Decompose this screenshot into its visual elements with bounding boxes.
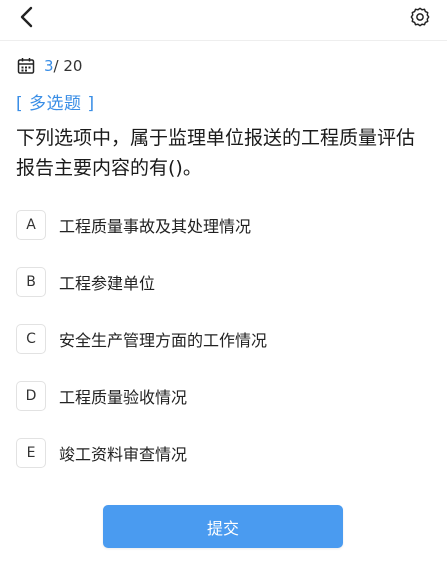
- option-letter: A: [16, 210, 46, 240]
- settings-button[interactable]: [407, 4, 433, 30]
- header-divider: [0, 40, 447, 41]
- quiz-page: 3 / 20 [ 多选题 ] 下列选项中，属于监理单位报送的工程质量评估报告主要…: [0, 0, 447, 561]
- option-text: 工程参建单位: [59, 274, 156, 293]
- option-c[interactable]: C 安全生产管理方面的工作情况: [16, 322, 431, 356]
- progress-total: / 20: [53, 57, 83, 75]
- submit-button[interactable]: 提交: [103, 505, 343, 548]
- option-letter: B: [16, 267, 46, 297]
- option-letter: C: [16, 324, 46, 354]
- top-bar: [0, 0, 447, 34]
- progress-current: 3: [44, 57, 54, 75]
- option-d[interactable]: D 工程质量验收情况: [16, 379, 431, 413]
- option-letter: E: [16, 438, 46, 468]
- option-a[interactable]: A 工程质量事故及其处理情况: [16, 208, 431, 242]
- chevron-left-icon: [18, 6, 36, 28]
- question-type-label: [ 多选题 ]: [16, 94, 95, 114]
- question-text: 下列选项中，属于监理单位报送的工程质量评估报告主要内容的有()。: [16, 127, 416, 179]
- option-e[interactable]: E 竣工资料审查情况: [16, 436, 431, 470]
- option-text: 安全生产管理方面的工作情况: [59, 331, 268, 350]
- option-b[interactable]: B 工程参建单位: [16, 265, 431, 299]
- option-text: 竣工资料审查情况: [59, 445, 188, 464]
- option-text: 工程质量事故及其处理情况: [59, 217, 252, 236]
- option-text: 工程质量验收情况: [59, 388, 188, 407]
- back-button[interactable]: [14, 4, 40, 30]
- option-letter: D: [16, 381, 46, 411]
- calendar-icon: [17, 57, 35, 75]
- progress-indicator: 3 / 20: [17, 56, 82, 76]
- gear-icon: [409, 6, 431, 28]
